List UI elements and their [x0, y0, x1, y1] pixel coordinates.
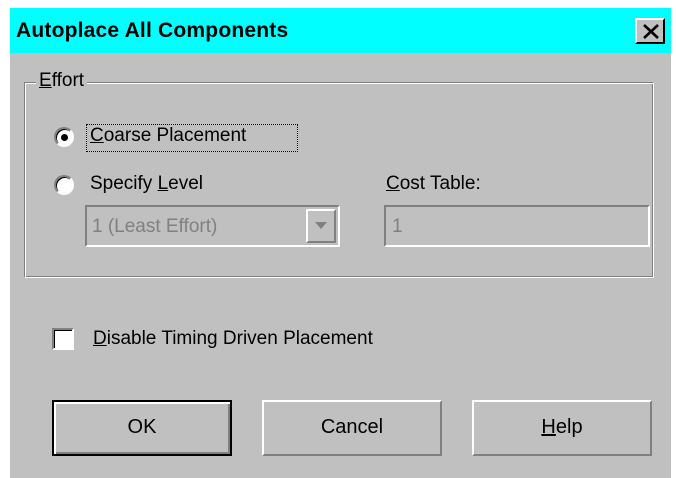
coarse-placement-label[interactable]: Coarse Placement — [90, 125, 246, 147]
disable-timing-label[interactable]: Disable Timing Driven Placement — [93, 328, 373, 350]
help-button[interactable]: Help — [472, 400, 652, 456]
close-icon — [643, 24, 659, 39]
title-bar[interactable]: Autoplace All Components — [10, 8, 671, 53]
cost-table-label: Cost Table: — [386, 173, 481, 194]
close-button[interactable] — [635, 18, 665, 44]
level-select-value: 1 (Least Effort) — [92, 216, 218, 237]
radio-specify-level[interactable] — [54, 175, 74, 195]
disable-timing-checkbox[interactable] — [52, 328, 74, 350]
cost-table-input[interactable]: 1 — [384, 205, 650, 247]
level-dropdown-button[interactable] — [306, 209, 336, 243]
level-select[interactable]: 1 (Least Effort) — [85, 205, 340, 247]
chevron-down-icon — [315, 222, 327, 229]
ok-button[interactable]: OK — [52, 400, 232, 456]
window-title: Autoplace All Components — [16, 19, 289, 42]
cost-table-value: 1 — [392, 216, 403, 237]
radio-coarse-placement[interactable] — [54, 127, 74, 147]
effort-group-label: Effort — [36, 70, 88, 92]
specify-level-label[interactable]: Specify Level — [90, 173, 203, 195]
radio-selected-dot — [61, 134, 68, 141]
cancel-button[interactable]: Cancel — [262, 400, 442, 456]
